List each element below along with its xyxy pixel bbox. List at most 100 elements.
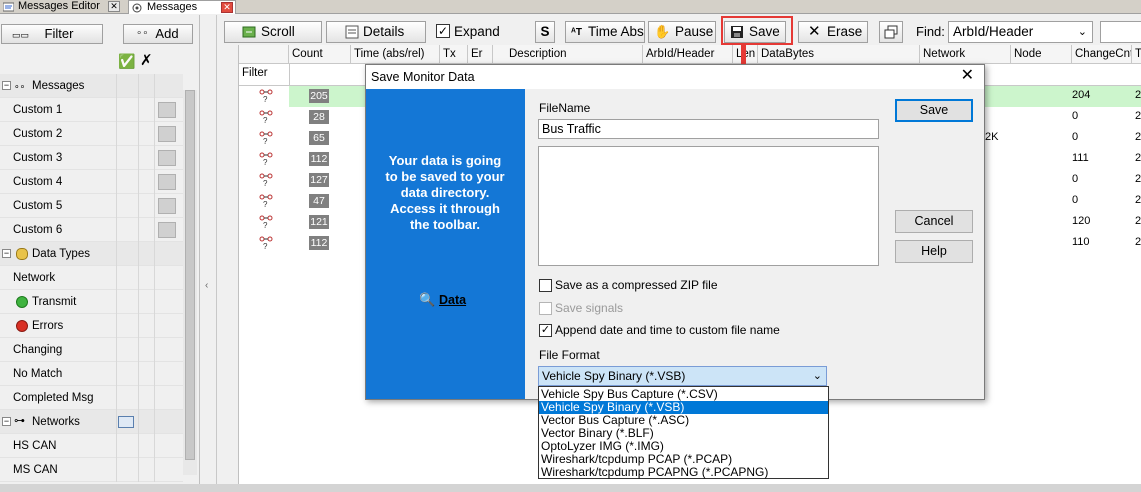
tree-item[interactable]: HS CAN — [0, 434, 183, 458]
color-swatch[interactable] — [158, 174, 176, 190]
tree-item[interactable]: Errors — [0, 314, 183, 338]
tree-item[interactable]: Changing — [0, 338, 183, 362]
color-swatch[interactable] — [158, 150, 176, 166]
grid-header-cell[interactable]: DataBytes — [758, 45, 920, 64]
tree-item[interactable]: Custom 4 — [0, 170, 183, 194]
file-format-select[interactable]: Vehicle Spy Binary (*.VSB) ⌄ — [538, 366, 827, 386]
color-swatch[interactable] — [158, 126, 176, 142]
grid-header-cell[interactable]: ArbId/Header — [643, 45, 733, 64]
tree-item[interactable]: Custom 3 — [0, 146, 183, 170]
collapse-icon[interactable]: − — [2, 249, 11, 258]
grid-header-cell[interactable]: ChangeCnt — [1072, 45, 1132, 64]
tree-item-label: MS CAN — [13, 464, 58, 476]
dialog-title: Save Monitor Data — [371, 70, 475, 84]
change-count-cell: 110 — [1072, 236, 1090, 248]
tree-item-label: Custom 5 — [13, 200, 63, 212]
file-format-option[interactable]: Wireshark/tcpdump PCAPNG (*.PCAPNG) — [539, 466, 828, 479]
color-swatch[interactable] — [158, 222, 176, 238]
info-panel: Your data is going to be saved to your d… — [366, 89, 525, 399]
find-label: Find: — [916, 24, 945, 39]
grid-header-cell[interactable]: Er — [468, 45, 493, 64]
grid-header-cell[interactable]: T — [1132, 45, 1141, 64]
tree-item[interactable]: Network — [0, 266, 183, 290]
tab-messages-editor[interactable]: Messages Editor ✕ — [0, 0, 128, 14]
close-icon[interactable]: ✕ — [961, 68, 974, 84]
collapse-left-icon[interactable]: ‹ — [205, 280, 208, 291]
red-dot-icon — [16, 320, 28, 332]
s-button[interactable]: S — [535, 21, 555, 43]
tree-group[interactable]: − ⊶ Networks — [0, 410, 183, 434]
tree-item-label: Custom 1 — [13, 104, 63, 116]
tree-item[interactable]: Custom 1 — [0, 98, 183, 122]
scrollbar-thumb[interactable] — [185, 90, 195, 460]
grid-header-cell[interactable]: Time (abs/rel) — [351, 45, 440, 64]
collapse-icon[interactable]: − — [2, 417, 11, 426]
filename-input[interactable]: Bus Traffic — [538, 119, 879, 139]
tree-item[interactable]: Custom 5 — [0, 194, 183, 218]
collapse-icon[interactable]: − — [2, 81, 11, 90]
toolbar: Scroll Details ✓ Expand S ᴬT Time Abs ✋ … — [218, 15, 1141, 45]
tree-item[interactable]: Custom 6 — [0, 218, 183, 242]
dialog-save-label: Save — [919, 103, 949, 117]
count-badge: 112 — [309, 236, 329, 250]
tree-item-label: Custom 4 — [13, 176, 63, 188]
details-button[interactable]: Details — [326, 21, 426, 43]
grid-header-cell[interactable]: Tx — [440, 45, 468, 64]
tree-item-label: Network — [13, 272, 56, 284]
message-node-icon: ? — [259, 215, 273, 230]
tree-item-label: Messages — [32, 80, 85, 92]
color-swatch[interactable] — [158, 102, 176, 118]
folder-icon[interactable] — [118, 416, 134, 428]
tree-group[interactable]: − Data Types — [0, 242, 183, 266]
message-node-icon: ? — [259, 89, 273, 104]
grid-header-cell[interactable]: Node — [1011, 45, 1072, 64]
grid-header-cell[interactable]: Description — [493, 45, 643, 64]
s-label: S — [540, 24, 550, 39]
signals-checkbox[interactable] — [539, 302, 552, 315]
window-button[interactable] — [879, 21, 903, 43]
cancel-button[interactable]: Cancel — [895, 210, 973, 233]
tree-group[interactable]: − ∘∘ Messages — [0, 74, 183, 98]
tab-messages[interactable]: Messages ✕ — [128, 0, 236, 14]
grid-header-cell[interactable]: Network — [920, 45, 1011, 64]
find-select[interactable]: ArbId/Header ⌄ — [948, 21, 1093, 43]
append-date-checkbox[interactable]: ✓ — [539, 324, 552, 337]
time-cell: 20 — [1135, 173, 1141, 185]
dialog-save-button[interactable]: Save — [895, 99, 973, 122]
tree-item[interactable]: MS CAN — [0, 458, 183, 482]
dialog-title-bar[interactable]: Save Monitor Data ✕ — [366, 65, 984, 89]
data-link[interactable]: 🔍 Data — [419, 288, 479, 312]
close-tab-icon[interactable]: ✕ — [221, 2, 233, 13]
append-date-label: Append date and time to custom file name — [555, 323, 780, 337]
tree-item[interactable]: Transmit — [0, 290, 183, 314]
find-input[interactable] — [1100, 21, 1141, 43]
time-cell: 20 — [1135, 194, 1141, 206]
file-format-value: Vehicle Spy Binary (*.VSB) — [542, 369, 686, 383]
help-button[interactable]: Help — [895, 240, 973, 263]
status-bar — [0, 484, 1141, 492]
grid-header-cell[interactable]: Count — [289, 45, 351, 64]
folder-search-icon: 🔍 — [419, 292, 436, 307]
splitter[interactable]: ‹ — [203, 15, 217, 485]
notes-textarea[interactable] — [538, 146, 879, 266]
tree-item-label: Data Types — [32, 248, 90, 260]
filter-button[interactable]: ▭▭ Filter — [1, 24, 103, 44]
count-badge: 205 — [309, 89, 329, 103]
tree-item[interactable]: Custom 2 — [0, 122, 183, 146]
pause-button[interactable]: ✋ Pause — [648, 21, 716, 43]
messages-icon — [132, 3, 142, 13]
svg-text:?: ? — [263, 95, 268, 103]
database-icon — [16, 248, 28, 260]
filter-scrollbar[interactable] — [183, 90, 197, 475]
chevron-down-icon: ⌄ — [1077, 26, 1087, 38]
close-tab-icon[interactable]: ✕ — [108, 1, 120, 12]
erase-button[interactable]: ✕ Erase — [798, 21, 868, 43]
color-swatch[interactable] — [158, 198, 176, 214]
expand-checkbox[interactable]: ✓ — [436, 24, 450, 38]
add-button[interactable]: ∘∘ Add — [123, 24, 193, 44]
zip-checkbox[interactable] — [539, 279, 552, 292]
time-abs-button[interactable]: ᴬT Time Abs — [565, 21, 645, 43]
tree-item[interactable]: Completed Msg — [0, 386, 183, 410]
tree-item[interactable]: No Match — [0, 362, 183, 386]
scroll-button[interactable]: Scroll — [224, 21, 322, 43]
